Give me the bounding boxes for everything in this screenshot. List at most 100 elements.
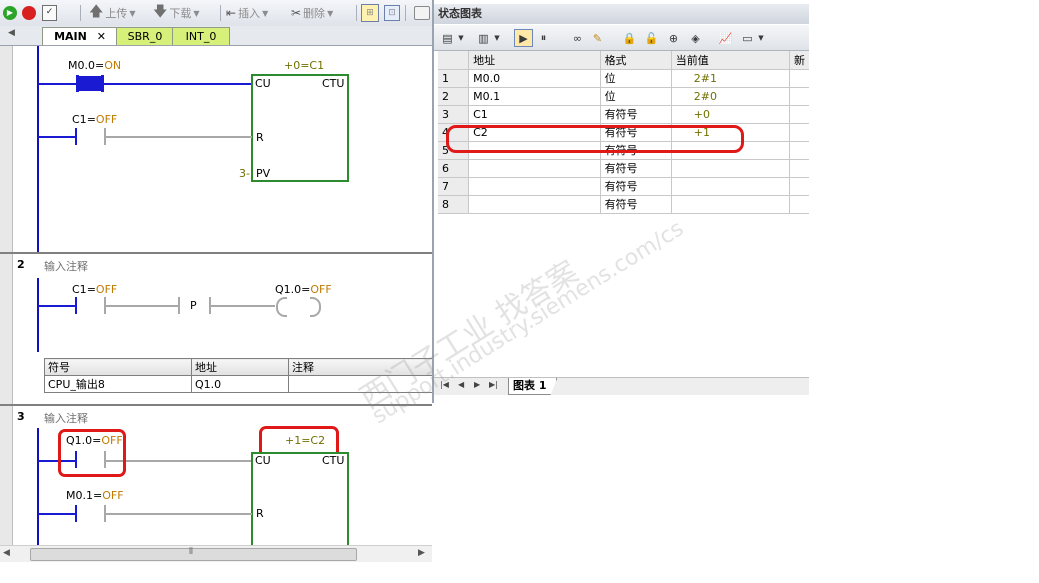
new-value-cell[interactable]: [789, 105, 809, 124]
tab-int0[interactable]: INT_0: [172, 27, 230, 45]
force-button[interactable]: 🔒: [620, 29, 639, 47]
run-button[interactable]: ▶: [3, 4, 17, 22]
counter-c1-value: +0=C1: [284, 59, 325, 72]
monitor-button[interactable]: ⊞: [361, 4, 379, 22]
sheet-tab-chart1[interactable]: 图表 1: [508, 378, 558, 395]
address-cell[interactable]: C1: [468, 105, 601, 124]
scrollbar-thumb[interactable]: ⦀: [30, 547, 357, 561]
new-value-cell[interactable]: [789, 159, 809, 178]
table-row[interactable]: 6 有符号: [438, 159, 809, 178]
horizontal-scrollbar[interactable]: ◀ ⦀ ▶: [0, 545, 432, 562]
read-forced-icon: ◈: [691, 31, 700, 45]
overflow-button[interactable]: [414, 4, 430, 22]
contact-m00-label: M0.0=ON: [68, 59, 122, 72]
format-cell[interactable]: 位: [600, 87, 672, 106]
start-monitoring-button[interactable]: ▶: [514, 29, 533, 47]
network-comment[interactable]: 输入注释: [44, 410, 88, 426]
unlock-all-icon: ⊕: [668, 31, 679, 45]
delete-button[interactable]: ✂ 删除 ▼: [291, 4, 333, 22]
chevron-down-icon[interactable]: ▼: [492, 29, 502, 47]
download-label: 下载: [169, 7, 192, 20]
address-cell[interactable]: [468, 195, 601, 214]
scroll-left-icon[interactable]: ◀: [3, 548, 10, 558]
format-cell[interactable]: 有符号: [600, 177, 672, 196]
delete-row-button[interactable]: ▥: [474, 29, 493, 47]
new-value-cell[interactable]: [789, 69, 809, 88]
coil-q10-right[interactable]: [310, 297, 321, 317]
format-cell[interactable]: 位: [600, 69, 672, 88]
contact-m01-label: M0.1=OFF: [66, 489, 124, 502]
address-cell[interactable]: M0.0: [468, 69, 601, 88]
new-value-cell[interactable]: [789, 141, 809, 160]
chart-icon: 📈: [718, 31, 733, 45]
unforce-all-button[interactable]: ⊕: [664, 29, 683, 47]
value-cell: 2#0: [671, 87, 790, 106]
pause-monitoring-button[interactable]: ⏸: [534, 29, 553, 47]
status-chart-title: 状态图表: [434, 4, 809, 24]
new-value-cell[interactable]: [789, 195, 809, 214]
new-value-cell[interactable]: [789, 177, 809, 196]
download-button[interactable]: 🡇 下载 ▼: [153, 4, 200, 22]
rung-wire: [211, 305, 275, 307]
unforce-button[interactable]: 🔓: [642, 29, 661, 47]
contact-m00-closed-fill: [79, 76, 101, 91]
header-current-value: 当前值: [671, 51, 790, 70]
prev-sheet-icon[interactable]: ◀: [458, 380, 464, 389]
next-sheet-icon[interactable]: ▶: [474, 380, 480, 389]
address-cell[interactable]: M0.1: [468, 87, 601, 106]
table-row[interactable]: 3 C1 有符号 +0: [438, 105, 809, 124]
chart-monitor-button[interactable]: ⊡: [384, 4, 400, 22]
pause-icon: ⏸: [540, 31, 547, 44]
lock-icon: 🔒: [622, 31, 637, 45]
pv-pin: PV: [256, 167, 271, 180]
contact-c1-left[interactable]: [75, 128, 77, 145]
close-icon[interactable]: ✕: [97, 30, 106, 43]
rung-wire: [38, 305, 76, 307]
address-cell[interactable]: [468, 177, 601, 196]
table-row[interactable]: 7 有符号: [438, 177, 809, 196]
network-number: 3: [17, 410, 25, 423]
format-cell[interactable]: 有符号: [600, 195, 672, 214]
insert-button[interactable]: ⇤ 插入 ▼: [226, 4, 268, 22]
tab-main[interactable]: MAIN ✕: [42, 27, 118, 45]
counter-c2-box[interactable]: [251, 452, 349, 556]
chevron-down-icon[interactable]: ▼: [756, 29, 766, 47]
new-value-cell[interactable]: [789, 123, 809, 142]
scroll-right-icon[interactable]: ▶: [418, 548, 425, 558]
table-row[interactable]: 8 有符号: [438, 195, 809, 214]
cu-pin: CU: [255, 454, 271, 467]
scroll-left-icon[interactable]: ◀: [8, 28, 15, 38]
read-button[interactable]: ∞: [568, 29, 587, 47]
chevron-down-icon[interactable]: ▼: [456, 29, 466, 47]
network-comment[interactable]: 输入注释: [44, 258, 88, 274]
contact-m01-left[interactable]: [75, 505, 77, 522]
options-button[interactable]: ▭: [738, 29, 757, 47]
pencil-icon: ✎: [592, 31, 603, 45]
address-cell[interactable]: [468, 159, 601, 178]
glasses-icon: ∞: [572, 31, 583, 45]
toolbar-separator: [80, 5, 81, 21]
stop-button[interactable]: [22, 4, 36, 22]
contact-c1-left[interactable]: [75, 297, 77, 314]
upload-button[interactable]: 🡅 上传 ▼: [89, 4, 136, 22]
write-button[interactable]: ✎: [588, 29, 607, 47]
format-cell[interactable]: 有符号: [600, 105, 672, 124]
rung-wire: [38, 83, 77, 85]
format-cell[interactable]: 有符号: [600, 159, 672, 178]
add-row-button[interactable]: ▤: [438, 29, 457, 47]
chart-monitor-icon: ⊡: [384, 5, 400, 21]
symbol-header-symbol: 符号: [44, 358, 192, 376]
row-number: 8: [438, 195, 470, 214]
table-row[interactable]: 1 M0.0 位 2#1: [438, 69, 809, 88]
pv-value: 3-: [239, 167, 250, 180]
trend-view-button[interactable]: 📈: [716, 29, 735, 47]
highlight-circle: [58, 429, 126, 477]
new-value-cell[interactable]: [789, 87, 809, 106]
read-forced-button[interactable]: ◈: [686, 29, 705, 47]
table-row[interactable]: 2 M0.1 位 2#0: [438, 87, 809, 106]
last-sheet-icon[interactable]: ▶|: [489, 380, 498, 389]
counter-c1-box[interactable]: [251, 74, 349, 182]
coil-q10-left[interactable]: [276, 297, 287, 317]
compile-button[interactable]: ✓: [42, 4, 57, 22]
tab-sbr0[interactable]: SBR_0: [116, 27, 174, 45]
